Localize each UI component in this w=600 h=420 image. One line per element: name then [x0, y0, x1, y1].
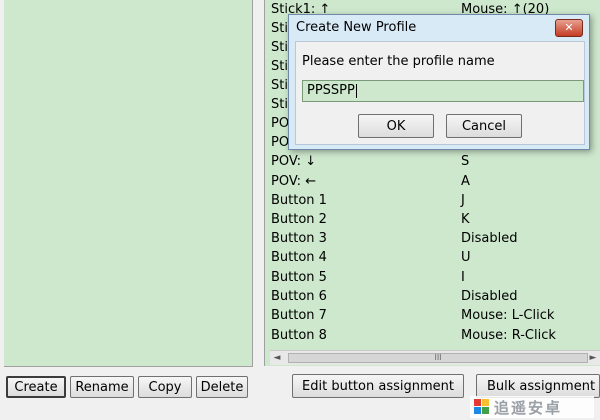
- mapping-value: U: [461, 250, 471, 265]
- mapping-key: Button 8: [271, 328, 327, 343]
- mapping-key: Button 5: [271, 270, 327, 285]
- mapping-key: Button 7: [271, 308, 327, 323]
- mapping-row[interactable]: Button 5 I: [271, 268, 600, 287]
- copy-button[interactable]: Copy: [138, 376, 192, 398]
- scroll-right-arrow-icon[interactable]: ►: [586, 351, 600, 365]
- text-caret: [355, 83, 357, 98]
- mapping-key: Button 4: [271, 250, 327, 265]
- edit-button-assignment-button[interactable]: Edit button assignment: [292, 374, 464, 398]
- create-button[interactable]: Create: [6, 376, 66, 398]
- mapping-row[interactable]: Button 4 U: [271, 248, 600, 267]
- bulk-assignment-button[interactable]: Bulk assignment w: [476, 374, 600, 398]
- rename-button[interactable]: Rename: [70, 376, 134, 398]
- mapping-key: Button 6: [271, 289, 327, 304]
- horizontal-scrollbar[interactable]: ◄ III ►: [270, 350, 600, 365]
- profile-name-input[interactable]: PPSSPP: [302, 80, 584, 102]
- mapping-key: POV: ↓: [271, 154, 317, 169]
- mapping-value: S: [461, 154, 470, 169]
- delete-button[interactable]: Delete: [196, 376, 248, 398]
- mapping-value: Mouse: R-Click: [461, 328, 556, 343]
- mapping-key: POV: ←: [271, 174, 317, 189]
- mapping-value: Disabled: [461, 231, 518, 246]
- mapping-value: Disabled: [461, 289, 518, 304]
- scrollbar-thumb[interactable]: III: [288, 353, 588, 363]
- mapping-row[interactable]: Button 3 Disabled: [271, 229, 600, 248]
- ok-button[interactable]: OK: [358, 114, 434, 138]
- mapping-value: J: [461, 193, 465, 208]
- mapping-value: K: [461, 212, 470, 227]
- mapping-row[interactable]: Button 7 Mouse: L-Click: [271, 306, 600, 325]
- mapping-row[interactable]: Button 8 Mouse: R-Click: [271, 326, 600, 345]
- mapping-row[interactable]: Button 6 Disabled: [271, 287, 600, 306]
- close-icon[interactable]: ✕: [555, 19, 583, 37]
- profile-name-value: PPSSPP: [307, 83, 355, 98]
- profile-button-bar: Create Rename Copy Delete: [4, 376, 248, 402]
- dialog-prompt: Please enter the profile name: [302, 54, 495, 69]
- mapping-key: Button 2: [271, 212, 327, 227]
- mapping-value: A: [461, 174, 470, 189]
- scroll-left-arrow-icon[interactable]: ◄: [270, 351, 284, 365]
- create-profile-dialog: Create New Profile ✕ Please enter the pr…: [288, 14, 590, 150]
- mapping-row[interactable]: POV: ↓ S: [271, 152, 600, 171]
- mapping-value: Mouse: L-Click: [461, 308, 555, 323]
- dialog-title: Create New Profile: [296, 20, 417, 35]
- scrollbar-grip-icon: III: [434, 353, 442, 362]
- mapping-row[interactable]: Button 2 K: [271, 210, 600, 229]
- mapping-row[interactable]: Button 1 J: [271, 191, 600, 210]
- mapping-value: I: [461, 270, 465, 285]
- profile-list[interactable]: [4, 0, 253, 367]
- dialog-body: Please enter the profile name PPSSPP OK …: [295, 41, 585, 145]
- cancel-button[interactable]: Cancel: [446, 114, 522, 138]
- mapping-key: Button 3: [271, 231, 327, 246]
- watermark-logo-icon: [474, 399, 490, 415]
- mapping-key: Button 1: [271, 193, 327, 208]
- watermark: 追遥安卓: [470, 396, 594, 418]
- watermark-text: 追遥安卓: [494, 398, 563, 417]
- mapping-row[interactable]: POV: ← A: [271, 172, 600, 191]
